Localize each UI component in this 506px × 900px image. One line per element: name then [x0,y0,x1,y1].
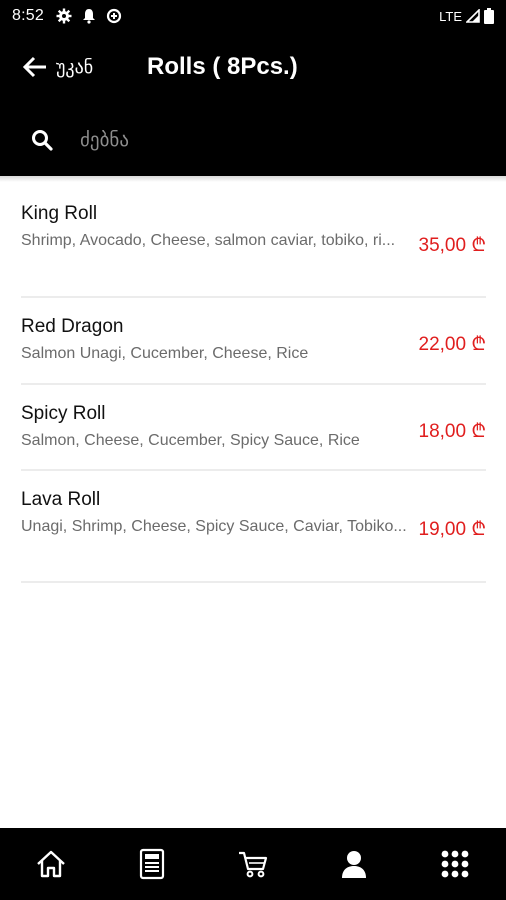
item-description: Salmon Unagi, Cucember, Cheese, Rice [21,345,309,362]
profile-icon [342,851,367,878]
item-price: 19,00 ₾ [418,519,486,540]
nav-apps[interactable] [425,834,485,894]
status-time: 8:52 [12,7,44,24]
item-description: Unagi, Shrimp, Cheese, Spicy Sauce, Cavi… [21,518,407,535]
product-list: King Roll Shrimp, Avocado, Cheese, salmo… [0,182,506,583]
item-price: 18,00 ₾ [418,421,486,442]
back-button[interactable]: უკან [22,56,93,78]
status-bar: 8:52 LTE [0,0,506,32]
notification-bell-icon [82,9,95,24]
item-description: Salmon, Cheese, Cucember, Spicy Sauce, R… [21,432,360,449]
item-price: 35,00 ₾ [418,235,486,256]
arrow-left-icon [22,56,46,78]
list-item-red-dragon[interactable]: Red Dragon Salmon Unagi, Cucember, Chees… [21,298,486,385]
item-description: Shrimp, Avocado, Cheese, salmon caviar, … [21,232,396,249]
search-input[interactable] [80,124,480,156]
home-icon [36,850,65,878]
cart-icon [238,851,268,878]
nav-profile[interactable] [324,834,384,894]
list-item-lava-roll[interactable]: Lava Roll Unagi, Shrimp, Cheese, Spicy S… [21,471,486,583]
settings-gear-icon [56,8,72,24]
list-item-king-roll[interactable]: King Roll Shrimp, Avocado, Cheese, salmo… [21,182,486,298]
menu-card-icon [139,848,164,880]
status-right: LTE [439,8,494,24]
search-icon[interactable] [31,129,53,151]
item-name: Spicy Roll [21,403,106,424]
page-title: Rolls ( 8Pcs.) [147,53,298,80]
status-notifications [56,8,122,24]
back-label: უკან [56,56,94,78]
nav-cart[interactable] [223,834,283,894]
nav-menu[interactable] [122,834,182,894]
signal-icon [466,9,480,23]
item-name: King Roll [21,203,98,224]
nav-home[interactable] [21,834,81,894]
battery-icon [484,8,494,24]
search-bar [0,102,506,176]
network-type: LTE [439,8,462,24]
app-bar: უკან Rolls ( 8Pcs.) [0,32,506,102]
list-item-spicy-roll[interactable]: Spicy Roll Salmon, Cheese, Cucember, Spi… [21,385,486,471]
apps-grid-icon [441,850,469,878]
data-saver-icon [106,8,122,24]
bottom-navigation [0,828,506,900]
item-name: Lava Roll [21,489,101,510]
item-price: 22,00 ₾ [418,334,486,355]
item-name: Red Dragon [21,316,124,337]
